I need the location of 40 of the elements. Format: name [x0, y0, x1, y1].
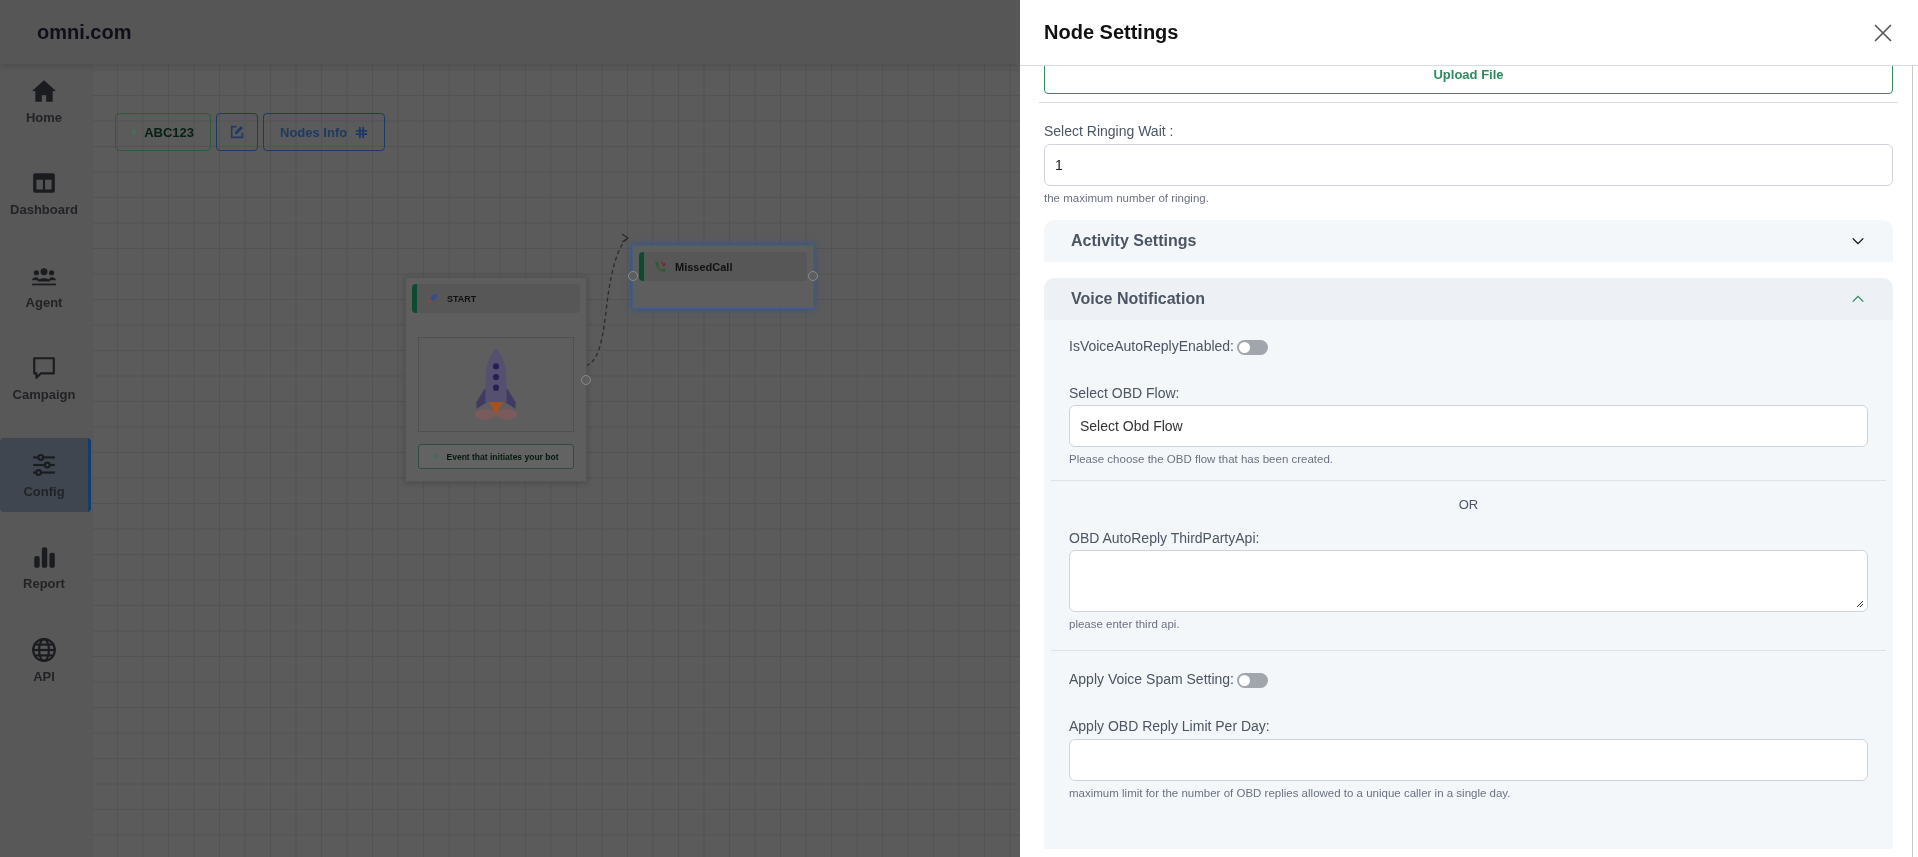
field-hint: maximum limit for the number of OBD replies allowed to a unique caller in a single day.	[1069, 787, 1512, 799]
field-hint: the maximum number of ringing.	[1044, 192, 1210, 204]
globe-icon	[31, 636, 57, 663]
section-header[interactable]: Voice Notification	[1044, 278, 1893, 320]
bar-chart-icon	[31, 544, 57, 570]
toggle-label: Apply Voice Spam Setting:	[1069, 671, 1234, 687]
toggle-switch[interactable]	[1237, 673, 1268, 688]
toggle-switch[interactable]	[1237, 340, 1268, 355]
field-label: OBD AutoReply ThirdPartyApi:	[1069, 530, 1261, 546]
ringing-wait-field[interactable]: 1	[1044, 144, 1893, 186]
close-icon[interactable]	[1873, 22, 1893, 43]
logo: omni.com	[37, 20, 132, 44]
hash-icon	[355, 125, 369, 139]
input-field[interactable]	[1069, 739, 1868, 781]
resize-grip-icon	[1856, 600, 1864, 608]
event-caption: Event that initiates your bot	[418, 444, 574, 469]
flow-name-button[interactable]: ABC123	[115, 113, 211, 151]
rocket-icon	[426, 292, 439, 305]
upload-file-button[interactable]: Upload File	[1044, 66, 1893, 94]
nodes-info-button[interactable]: Nodes Info	[263, 113, 386, 151]
edit-button[interactable]	[216, 113, 258, 151]
select-field[interactable]: Select Obd Flow	[1069, 405, 1868, 447]
separator-text: OR	[1458, 497, 1479, 512]
section-header[interactable]: Activity Settings	[1044, 220, 1893, 262]
chat-icon	[31, 355, 57, 381]
input-port[interactable]	[628, 271, 638, 281]
panel-title: Node Settings	[1044, 21, 1179, 44]
field-label: Select OBD Flow:	[1069, 385, 1181, 401]
field-label: Select Ringing Wait :	[1044, 123, 1175, 139]
output-port[interactable]	[808, 271, 818, 281]
sliders-icon	[31, 451, 57, 478]
phone-icon	[653, 259, 667, 274]
field-hint: Please choose the OBD flow that has been created.	[1069, 453, 1335, 465]
field-hint: please enter third api.	[1069, 618, 1181, 630]
edit-icon	[229, 124, 245, 140]
output-port[interactable]	[581, 375, 591, 385]
toggle-label: IsVoiceAutoReplyEnabled:	[1069, 338, 1234, 354]
field-label: Apply OBD Reply Limit Per Day:	[1069, 718, 1271, 734]
text-area[interactable]	[1069, 550, 1868, 612]
dashboard-icon	[31, 170, 57, 196]
